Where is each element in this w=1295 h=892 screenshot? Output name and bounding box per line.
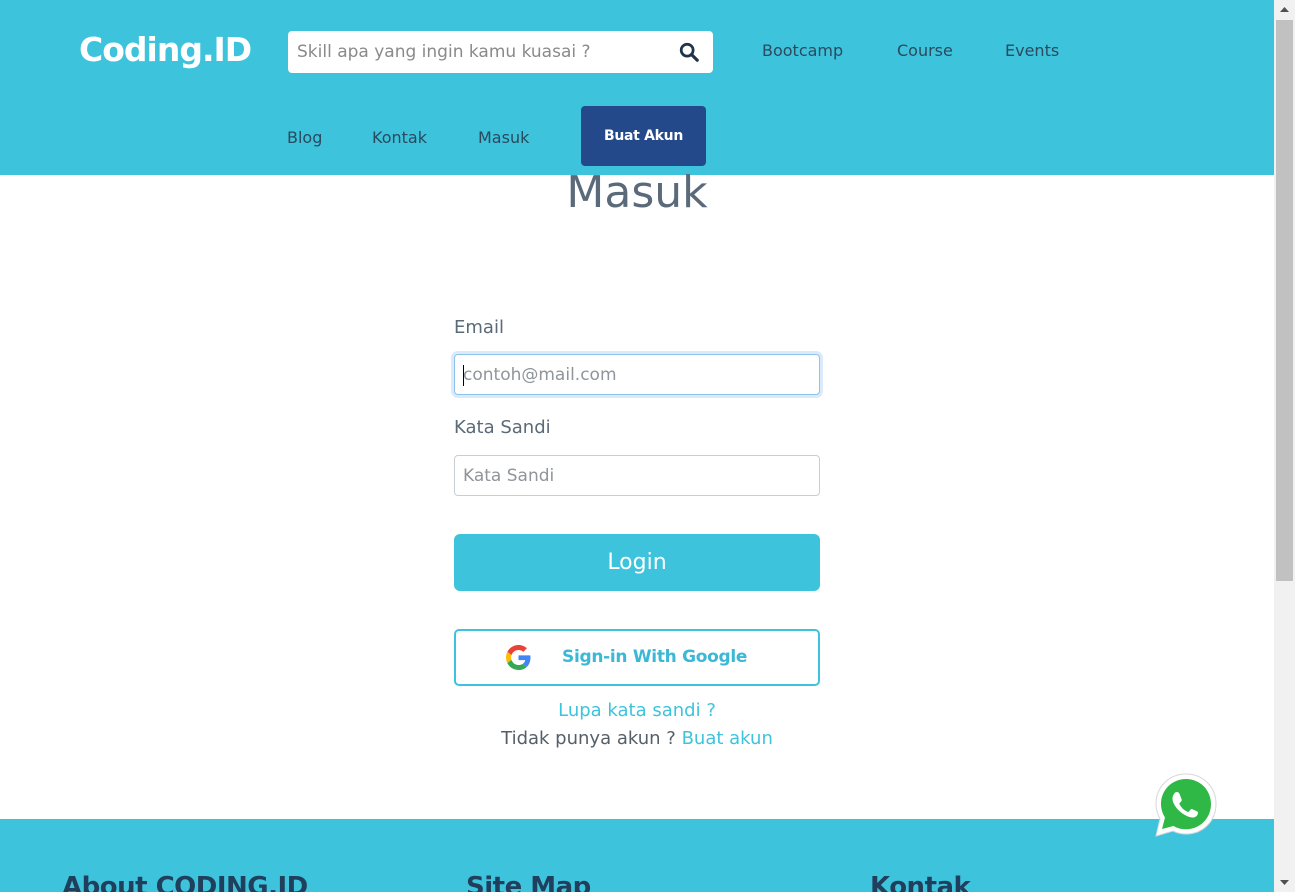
signup-button[interactable]: Buat Akun bbox=[581, 106, 706, 166]
nav-masuk[interactable]: Masuk bbox=[478, 128, 529, 147]
footer-heading-kontak: Kontak bbox=[870, 872, 971, 892]
password-field[interactable] bbox=[455, 456, 819, 495]
nav-blog[interactable]: Blog bbox=[287, 128, 322, 147]
site-logo[interactable]: Coding.ID bbox=[79, 30, 252, 69]
text-caret bbox=[463, 365, 464, 386]
email-label: Email bbox=[454, 317, 504, 338]
forgot-password-text[interactable]: Lupa kata sandi ? bbox=[558, 700, 716, 721]
google-signin-button[interactable]: Sign-in With Google bbox=[454, 629, 820, 686]
site-header: Coding.ID Bootcamp Course Events Blog Ko… bbox=[0, 0, 1274, 175]
login-button[interactable]: Login bbox=[454, 534, 820, 591]
whatsapp-icon[interactable] bbox=[1153, 772, 1219, 838]
nav-course[interactable]: Course bbox=[897, 41, 953, 60]
scroll-down-arrow-icon[interactable] bbox=[1274, 872, 1295, 892]
password-field-wrapper bbox=[454, 455, 820, 496]
footer-heading-about: About CODING.ID bbox=[62, 872, 308, 892]
search-icon[interactable] bbox=[678, 41, 700, 63]
footer-heading-sitemap: Site Map bbox=[466, 872, 591, 892]
create-account-link[interactable]: Buat akun bbox=[682, 728, 773, 749]
search-bar bbox=[288, 31, 713, 73]
nav-events[interactable]: Events bbox=[1005, 41, 1059, 60]
page-title: Masuk bbox=[566, 167, 708, 218]
scrollbar-thumb[interactable] bbox=[1276, 20, 1293, 581]
google-icon bbox=[506, 645, 531, 670]
search-input[interactable] bbox=[288, 31, 658, 73]
no-account-text: Tidak punya akun ? bbox=[501, 728, 676, 749]
password-label: Kata Sandi bbox=[454, 417, 551, 438]
email-field[interactable] bbox=[455, 355, 819, 394]
google-signin-label: Sign-in With Google bbox=[562, 647, 748, 667]
vertical-scrollbar[interactable] bbox=[1274, 0, 1295, 892]
viewport: Coding.ID Bootcamp Course Events Blog Ko… bbox=[0, 0, 1274, 892]
email-field-wrapper bbox=[454, 354, 820, 395]
forgot-password-link: Lupa kata sandi ? bbox=[0, 700, 1274, 721]
scroll-up-arrow-icon[interactable] bbox=[1274, 0, 1295, 20]
nav-bootcamp[interactable]: Bootcamp bbox=[762, 41, 843, 60]
nav-kontak[interactable]: Kontak bbox=[372, 128, 427, 147]
no-account-row: Tidak punya akun ? Buat akun bbox=[0, 728, 1274, 749]
